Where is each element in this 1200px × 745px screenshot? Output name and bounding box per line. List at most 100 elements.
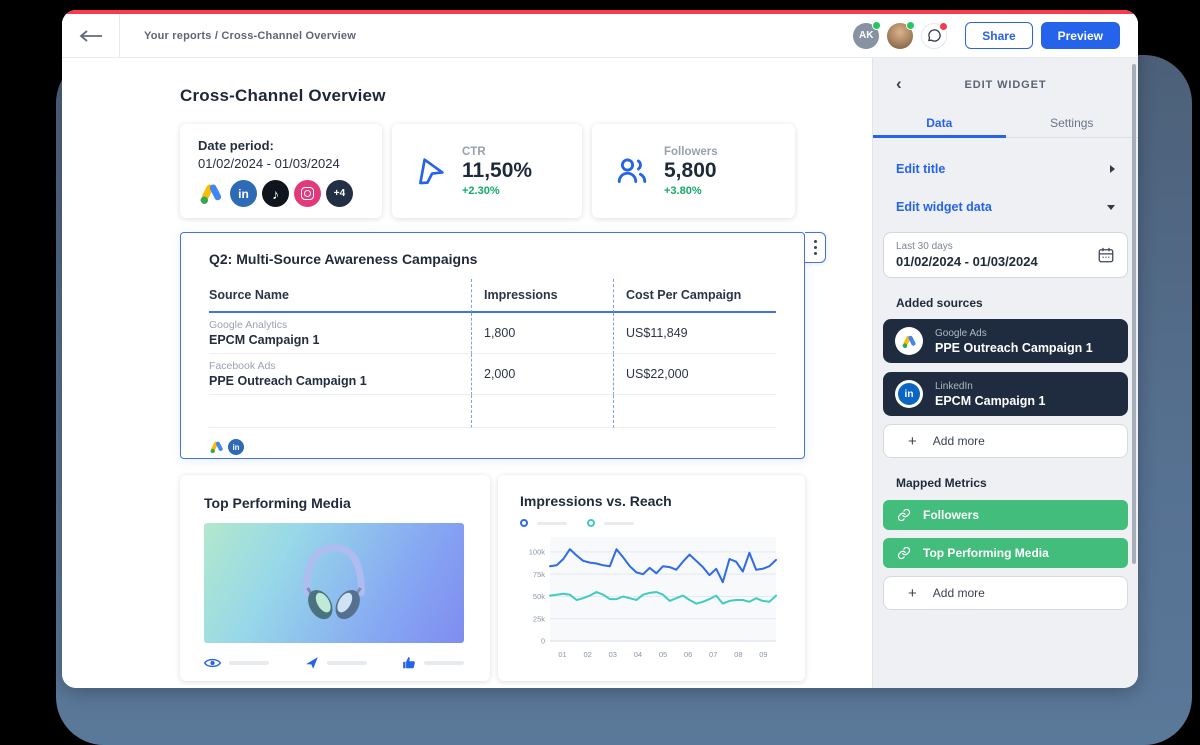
followers-value: 5,800 xyxy=(664,159,718,183)
date-period-range: 01/02/2024 - 01/03/2024 xyxy=(198,156,364,171)
chevron-down-icon xyxy=(1107,205,1115,210)
plus-icon: + xyxy=(908,434,917,449)
svg-text:75k: 75k xyxy=(533,570,545,579)
tab-settings[interactable]: Settings xyxy=(1006,108,1139,137)
svg-text:0: 0 xyxy=(541,637,545,646)
impressions-reach-chart: 100k75k50k25k0010203040506070809 xyxy=(520,533,782,667)
table-empty-cell xyxy=(209,395,471,428)
chevron-right-icon xyxy=(1110,165,1115,173)
date-range-picker[interactable]: Last 30 days 01/02/2024 - 01/03/2024 xyxy=(883,232,1128,278)
report-canvas: Cross-Channel Overview Date period: 01/0… xyxy=(62,58,872,688)
ctr-value: 11,50% xyxy=(462,159,532,183)
legend-item-impressions[interactable] xyxy=(520,519,567,527)
back-button[interactable] xyxy=(62,14,120,57)
source-card-linkedin[interactable]: in LinkedIn EPCM Campaign 1 xyxy=(883,372,1128,416)
sidebar-back-button[interactable]: ‹ xyxy=(896,73,902,95)
legend-item-reach[interactable] xyxy=(587,519,634,527)
kpi-row: Date period: 01/02/2024 - 01/03/2024 in … xyxy=(180,124,805,218)
followers-icon xyxy=(614,153,650,189)
source-campaign: EPCM Campaign 1 xyxy=(935,394,1045,408)
edit-widget-data-row[interactable]: Edit widget data xyxy=(896,188,1115,226)
link-icon xyxy=(897,546,911,560)
column-header[interactable]: Cost Per Campaign xyxy=(613,279,776,313)
table-empty-cell xyxy=(471,395,613,428)
svg-text:09: 09 xyxy=(759,650,767,659)
ctr-card[interactable]: CTR 11,50% +2.30% xyxy=(392,124,582,218)
date-period-card[interactable]: Date period: 01/02/2024 - 01/03/2024 in … xyxy=(180,124,382,218)
date-range-value: 01/02/2024 - 01/03/2024 xyxy=(896,254,1038,269)
svg-text:02: 02 xyxy=(583,650,591,659)
mapped-metric-top-performing-media[interactable]: Top Performing Media xyxy=(883,538,1128,568)
more-sources-badge[interactable]: +4 xyxy=(326,180,353,207)
instagram-icon xyxy=(294,180,321,207)
avatar-initials[interactable]: AK xyxy=(853,23,879,49)
breadcrumb[interactable]: Your reports / Cross-Channel Overview xyxy=(144,30,356,42)
column-header[interactable]: Source Name xyxy=(209,279,471,313)
source-campaign: PPE Outreach Campaign 1 xyxy=(935,341,1093,355)
legend-marker-teal xyxy=(587,519,595,527)
shares-placeholder-bar xyxy=(327,661,367,665)
svg-text:50k: 50k xyxy=(533,592,545,601)
link-icon xyxy=(897,508,911,522)
table-cell-impressions: 1,800 xyxy=(471,313,613,354)
table-empty-cell xyxy=(613,395,776,428)
linkedin-icon: in xyxy=(230,180,257,207)
report-title: Cross-Channel Overview xyxy=(180,86,872,106)
top-performing-media-card[interactable]: Top Performing Media xyxy=(180,475,490,681)
calendar-icon xyxy=(1097,246,1115,264)
followers-delta: +3.80% xyxy=(664,185,718,197)
chat-bubble-icon xyxy=(927,28,942,43)
sidebar-header: EDIT WIDGET xyxy=(883,79,1128,91)
svg-text:07: 07 xyxy=(709,650,717,659)
views-placeholder-bar xyxy=(229,661,269,665)
svg-text:25k: 25k xyxy=(533,614,545,623)
table-cell-cost: US$11,849 xyxy=(613,313,776,354)
ctr-delta: +2.30% xyxy=(462,185,532,197)
likes-placeholder-bar xyxy=(424,661,464,665)
svg-text:03: 03 xyxy=(609,650,617,659)
linkedin-icon: in xyxy=(228,439,244,455)
active-tab-underline xyxy=(873,135,1006,138)
share-button[interactable]: Share xyxy=(965,22,1032,49)
app-window: Your reports / Cross-Channel Overview AK… xyxy=(62,10,1138,688)
source-card-google-ads[interactable]: Google Ads PPE Outreach Campaign 1 xyxy=(883,319,1128,363)
online-status-dot xyxy=(906,21,915,30)
column-header[interactable]: Impressions xyxy=(471,279,613,313)
table-row-source: Google Analytics EPCM Campaign 1 xyxy=(209,313,471,354)
avatar-photo[interactable] xyxy=(887,23,913,49)
impressions-reach-card[interactable]: Impressions vs. Reach 100k75k50k25k00102… xyxy=(498,475,805,681)
edit-title-row[interactable]: Edit title xyxy=(896,150,1115,188)
media-card-title: Top Performing Media xyxy=(204,495,466,511)
table-cell-cost: US$22,000 xyxy=(613,354,776,395)
followers-label: Followers xyxy=(664,146,718,158)
views-icon xyxy=(204,657,221,669)
table-row-source: Facebook Ads PPE Outreach Campaign 1 xyxy=(209,354,471,395)
followers-card[interactable]: Followers 5,800 +3.80% xyxy=(592,124,795,218)
add-metric-button[interactable]: + Add more xyxy=(883,576,1128,610)
table-widget-selected[interactable]: Q2: Multi-Source Awareness Campaigns Sou… xyxy=(180,232,805,459)
preview-button[interactable]: Preview xyxy=(1041,22,1120,49)
back-arrow-icon xyxy=(79,30,103,42)
add-source-button[interactable]: + Add more xyxy=(883,424,1128,458)
notification-dot xyxy=(939,22,948,31)
widget-table: Source Name Impressions Cost Per Campaig… xyxy=(209,279,776,428)
shares-icon xyxy=(305,656,319,670)
edit-widget-sidebar: ‹ EDIT WIDGET Data Settings Edit title E… xyxy=(872,58,1138,688)
chat-button[interactable] xyxy=(921,23,947,49)
legend-marker-blue xyxy=(520,519,528,527)
widget-title: Q2: Multi-Source Awareness Campaigns xyxy=(209,251,776,267)
svg-text:08: 08 xyxy=(734,650,742,659)
google-ads-icon xyxy=(209,439,225,455)
sidebar-scrollbar[interactable] xyxy=(1132,64,1136,564)
svg-text:05: 05 xyxy=(659,650,667,659)
source-platform: LinkedIn xyxy=(935,381,1045,392)
date-period-label: Date period: xyxy=(198,138,364,153)
tab-data[interactable]: Data xyxy=(873,108,1006,137)
google-ads-icon xyxy=(895,327,923,355)
topbar: Your reports / Cross-Channel Overview AK… xyxy=(62,14,1138,58)
avatar-initials-text: AK xyxy=(859,30,873,41)
mapped-metric-followers[interactable]: Followers xyxy=(883,500,1128,530)
widget-menu-button[interactable] xyxy=(805,232,826,263)
svg-text:100k: 100k xyxy=(529,548,546,557)
source-platform: Google Ads xyxy=(935,328,1093,339)
